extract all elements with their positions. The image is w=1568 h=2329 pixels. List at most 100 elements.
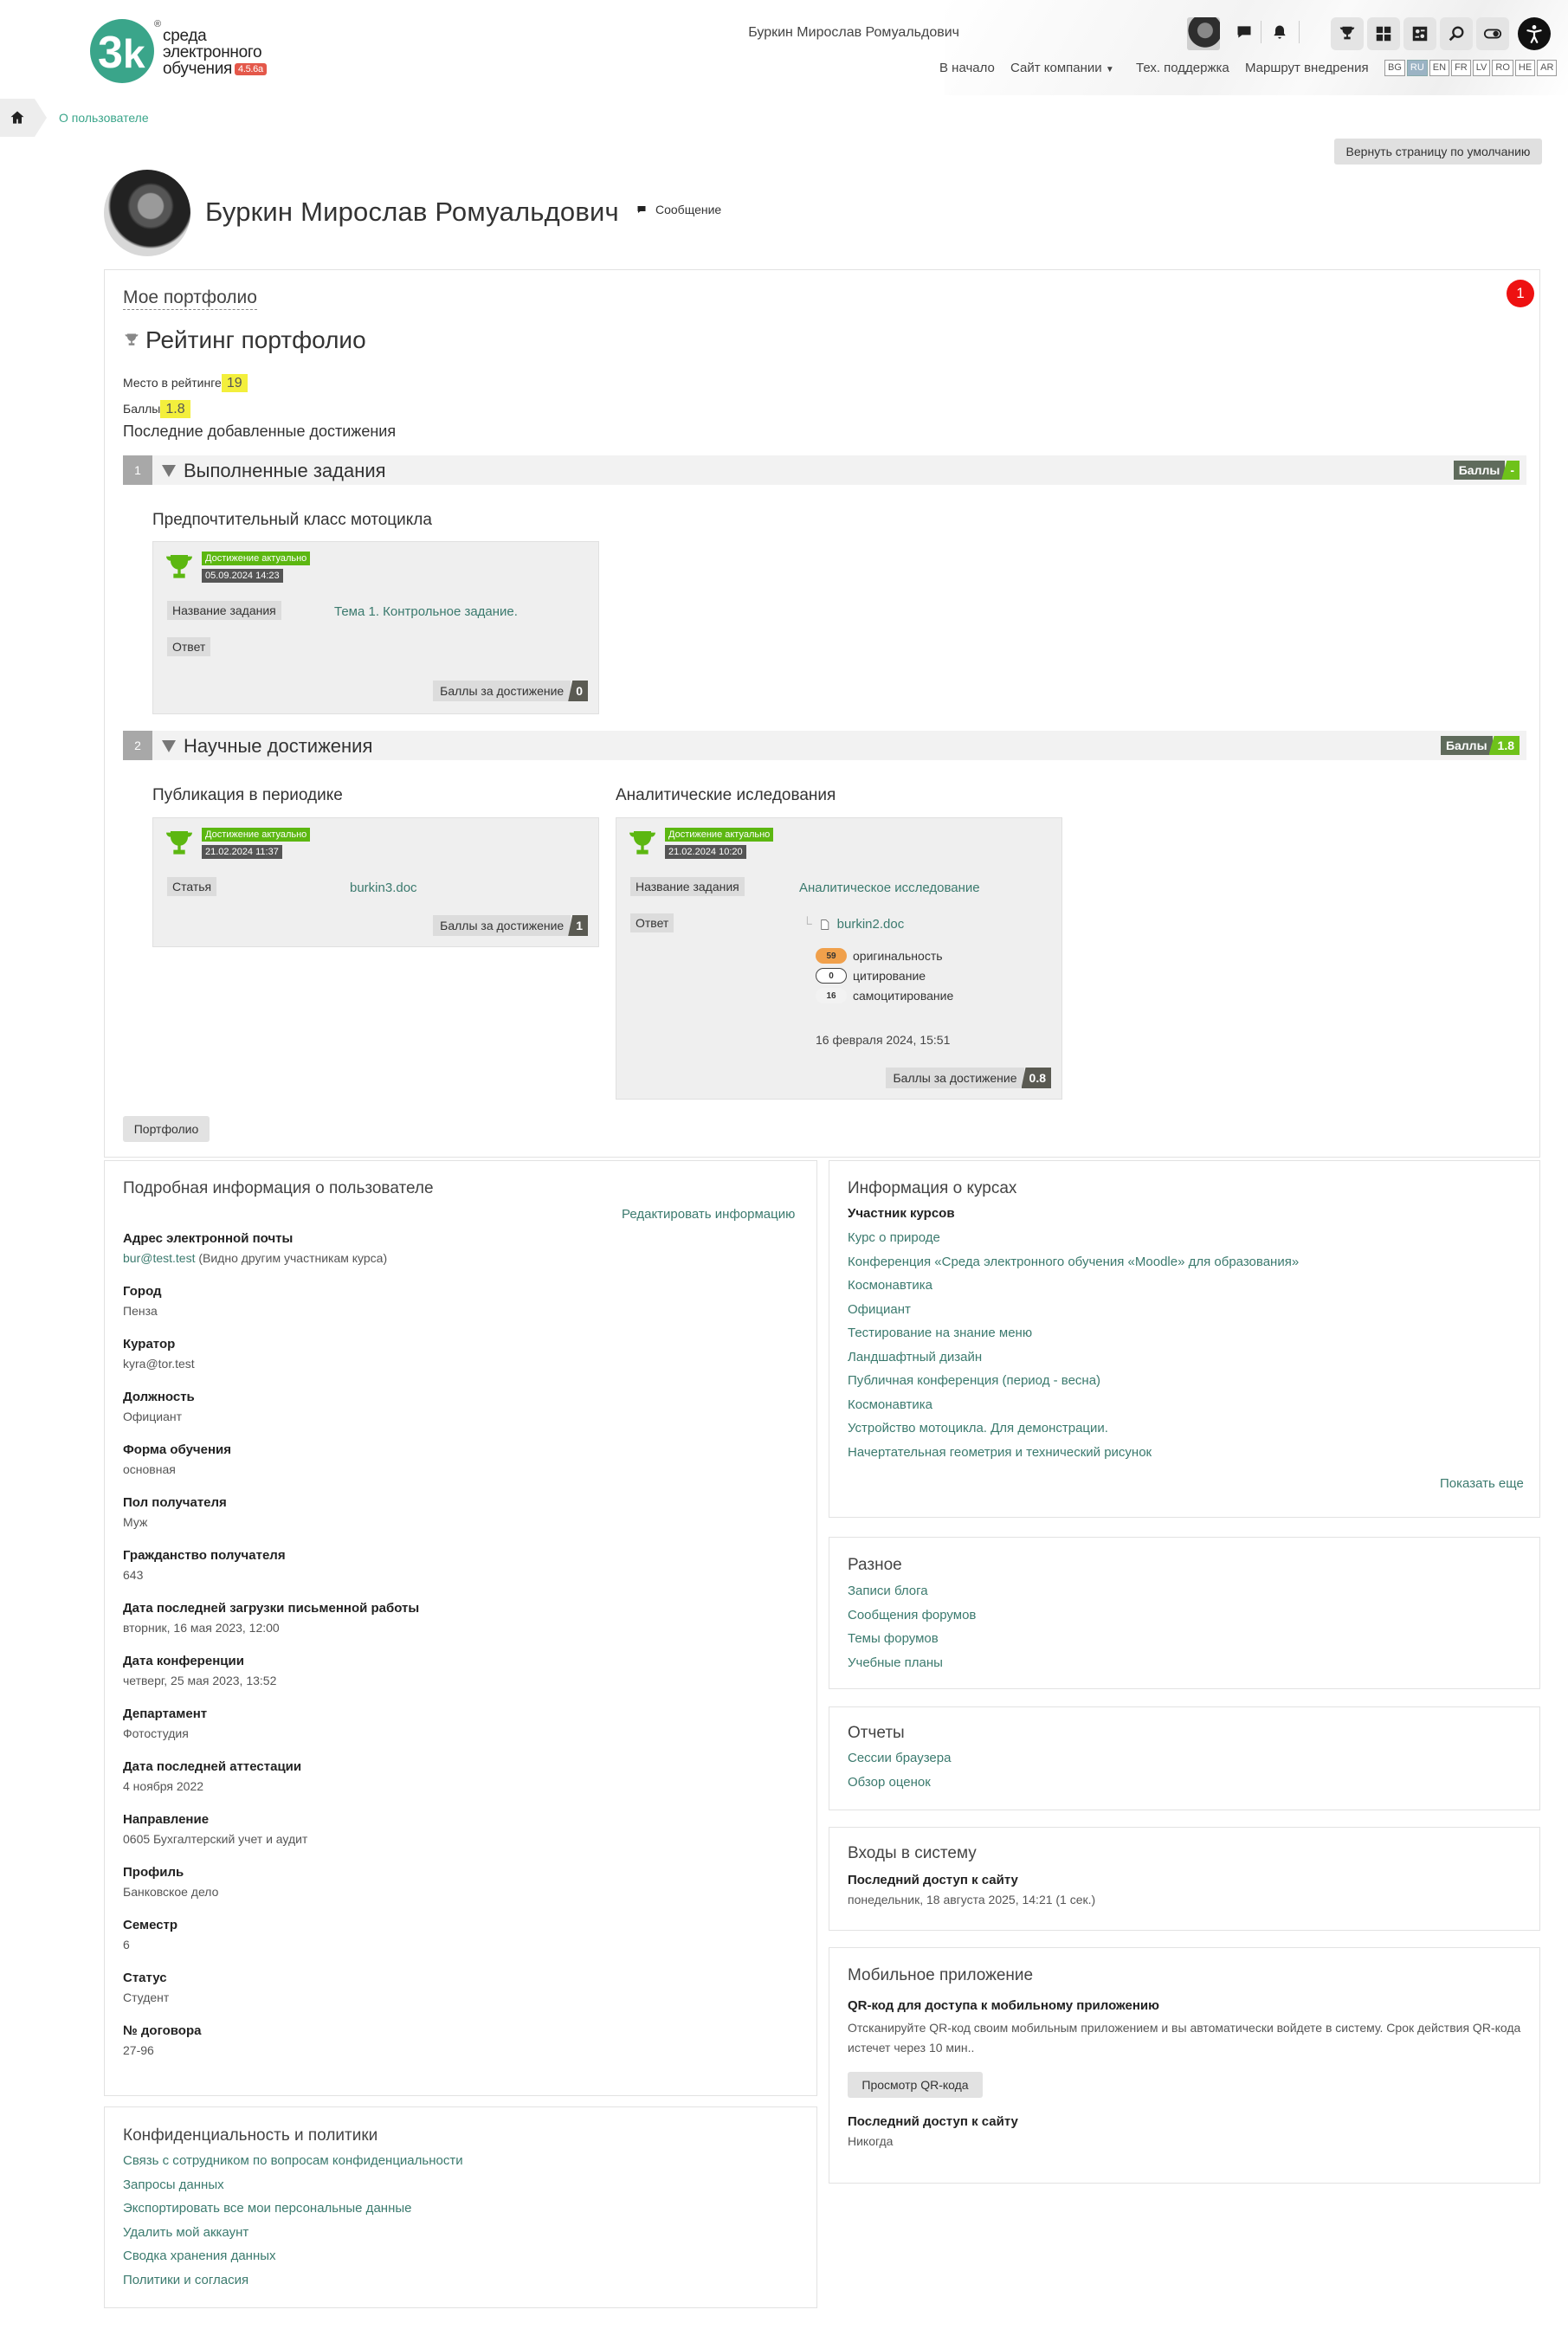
view-qr-button[interactable]: Просмотр QR-кода bbox=[848, 2072, 983, 2098]
course-link[interactable]: Ландшафтный дизайн bbox=[848, 1345, 1299, 1370]
privacy-contact-link[interactable]: Связь с сотрудником по вопросам конфиден… bbox=[123, 2149, 463, 2173]
portfolio-button[interactable]: Портфолио bbox=[123, 1116, 210, 1142]
task-link[interactable]: Тема 1. Контрольное задание. bbox=[334, 604, 518, 619]
task-link[interactable]: Аналитическое исследование bbox=[799, 881, 980, 895]
detail-label: Департамент bbox=[123, 1706, 208, 1721]
lang-bg[interactable]: BG bbox=[1384, 60, 1405, 76]
message-icon bbox=[637, 206, 646, 213]
report-links: Сессии браузера Обзор оценок bbox=[848, 1746, 951, 1794]
submitted-date: 16 февраля 2024, 15:51 bbox=[816, 1033, 951, 1047]
lang-ru[interactable]: RU bbox=[1406, 60, 1428, 76]
show-more-courses-link[interactable]: Показать еще bbox=[1440, 1476, 1524, 1491]
dashboard-grid-icon[interactable] bbox=[1367, 17, 1400, 50]
learning-plans-link[interactable]: Учебные планы bbox=[848, 1651, 976, 1675]
data-requests-link[interactable]: Запросы данных bbox=[123, 2173, 463, 2197]
course-link[interactable]: Курс о природе bbox=[848, 1226, 1299, 1250]
lang-he[interactable]: HE bbox=[1514, 60, 1536, 76]
citation-metric: 0 цитирование bbox=[816, 968, 926, 984]
logins-title: Входы в систему bbox=[848, 1844, 977, 1862]
nav-route-link[interactable]: Маршрут внедрения bbox=[1245, 61, 1369, 75]
last-added-heading: Последние добавленные достижения bbox=[123, 423, 397, 440]
course-link[interactable]: Официант bbox=[848, 1298, 1299, 1322]
policies-link[interactable]: Политики и согласия bbox=[123, 2268, 463, 2293]
misc-title: Разное bbox=[848, 1556, 902, 1574]
send-message-link[interactable]: Сообщение bbox=[636, 203, 721, 216]
search-icon[interactable] bbox=[1440, 17, 1473, 50]
grades-overview-link[interactable]: Обзор оценок bbox=[848, 1771, 951, 1795]
site-logo[interactable]: 3 k ® среда электронного обучения 4.5.6a bbox=[88, 16, 296, 87]
detail-label: Дата последней аттестации bbox=[123, 1759, 302, 1774]
email-link[interactable]: bur@test.test bbox=[123, 1251, 195, 1265]
detail-label: Должность bbox=[123, 1390, 195, 1404]
header-avatar[interactable] bbox=[1187, 17, 1220, 50]
users-board-icon[interactable] bbox=[1403, 17, 1436, 50]
detail-value: Пенза bbox=[123, 1304, 158, 1318]
detail-label: Пол получателя bbox=[123, 1495, 227, 1510]
privacy-links: Связь с сотрудником по вопросам конфиден… bbox=[123, 2149, 463, 2292]
lang-fr[interactable]: FR bbox=[1451, 60, 1471, 76]
achievement-date: 05.09.2024 14:23 bbox=[202, 569, 283, 583]
course-link[interactable]: Устройство мотоцикла. Для демонстрации. bbox=[848, 1416, 1299, 1441]
section-completed-tasks[interactable]: 1 Выполненные задания Баллы - bbox=[123, 455, 1526, 485]
header-user-name[interactable]: Буркин Мирослав Ромуальдович bbox=[748, 25, 959, 41]
achievement-title: Аналитические иследования bbox=[616, 786, 836, 804]
detail-label: Статус bbox=[123, 1971, 167, 1985]
nav-support-link[interactable]: Тех. поддержка bbox=[1136, 61, 1229, 75]
forum-posts-link[interactable]: Сообщения форумов bbox=[848, 1603, 976, 1628]
detail-label: Направление bbox=[123, 1812, 210, 1827]
edit-info-link[interactable]: Редактировать информацию bbox=[622, 1207, 795, 1222]
detail-item: Пол получателя Муж bbox=[123, 1495, 227, 1529]
achievement-card: Достижение актуально 05.09.2024 14:23 На… bbox=[152, 541, 599, 714]
messages-icon[interactable] bbox=[1234, 22, 1255, 42]
achievement-date: 21.02.2024 10:20 bbox=[665, 845, 746, 859]
notifications-icon[interactable] bbox=[1269, 22, 1290, 42]
courses-subtitle: Участник курсов bbox=[848, 1206, 955, 1221]
detail-value: Банковское дело bbox=[123, 1885, 219, 1899]
achievement-points: Баллы за достижение 1 bbox=[433, 915, 588, 936]
section-science[interactable]: 2 Научные достижения Баллы 1.8 bbox=[123, 731, 1526, 760]
course-link[interactable]: Начертательная геометрия и технический р… bbox=[848, 1441, 1299, 1465]
breadcrumb-current[interactable]: О пользователе bbox=[59, 111, 149, 125]
notification-badge[interactable]: 1 bbox=[1507, 280, 1534, 307]
lang-ro[interactable]: RO bbox=[1492, 60, 1513, 76]
lang-en[interactable]: EN bbox=[1429, 60, 1450, 76]
field-label: Статья bbox=[167, 877, 217, 896]
answer-file-link[interactable]: └ burkin2.doc bbox=[803, 917, 904, 932]
delete-account-link[interactable]: Удалить мой аккаунт bbox=[123, 2221, 463, 2245]
blog-entries-link[interactable]: Записи блога bbox=[848, 1579, 976, 1603]
nav-company-site[interactable]: Сайт компании ▼ bbox=[1010, 61, 1114, 75]
detail-item: Гражданство получателя 643 bbox=[123, 1548, 286, 1582]
course-link[interactable]: Космонавтика bbox=[848, 1393, 1299, 1417]
detail-label: Куратор bbox=[123, 1337, 176, 1352]
forum-topics-link[interactable]: Темы форумов bbox=[848, 1627, 976, 1651]
lang-lv[interactable]: LV bbox=[1472, 60, 1491, 76]
file-link[interactable]: burkin3.doc bbox=[350, 881, 417, 895]
trophy-icon bbox=[125, 333, 139, 345]
trophy-icon[interactable] bbox=[1331, 17, 1364, 50]
lang-ar[interactable]: AR bbox=[1537, 60, 1558, 76]
accessibility-icon[interactable] bbox=[1518, 17, 1551, 50]
nav-home-link[interactable]: В начало bbox=[939, 61, 995, 75]
course-link[interactable]: Космонавтика bbox=[848, 1274, 1299, 1298]
profile-avatar bbox=[104, 170, 190, 256]
language-switcher: BG RU EN FR LV RO HE AR bbox=[1384, 60, 1558, 76]
qr-label: QR-код для доступа к мобильному приложен… bbox=[848, 1998, 1159, 2013]
browser-sessions-link[interactable]: Сессии браузера bbox=[848, 1746, 951, 1771]
course-link[interactable]: Публичная конференция (период - весна) bbox=[848, 1369, 1299, 1393]
achievement-date: 21.02.2024 11:37 bbox=[202, 845, 282, 859]
originality-metric: 59 оригинальность bbox=[816, 948, 943, 964]
breadcrumb-home[interactable] bbox=[0, 99, 35, 137]
detail-item: Форма обучения основная bbox=[123, 1442, 231, 1476]
data-retention-link[interactable]: Сводка хранения данных bbox=[123, 2244, 463, 2268]
course-link[interactable]: Тестирование на знание меню bbox=[848, 1321, 1299, 1345]
svg-text:3: 3 bbox=[98, 28, 123, 78]
course-link[interactable]: Конференция «Среда электронного обучения… bbox=[848, 1250, 1299, 1274]
detail-value: Студент bbox=[123, 1990, 170, 2004]
detail-value: 6 bbox=[123, 1938, 130, 1952]
reset-page-button[interactable]: Вернуть страницу по умолчанию bbox=[1334, 139, 1542, 165]
detail-item: Семестр 6 bbox=[123, 1918, 177, 1952]
export-data-link[interactable]: Экспортировать все мои персональные данн… bbox=[123, 2197, 463, 2221]
portfolio-title[interactable]: Мое портфолио bbox=[123, 287, 257, 310]
theme-toggle-icon[interactable] bbox=[1476, 17, 1509, 50]
detail-item: Департамент Фотостудия bbox=[123, 1706, 207, 1740]
